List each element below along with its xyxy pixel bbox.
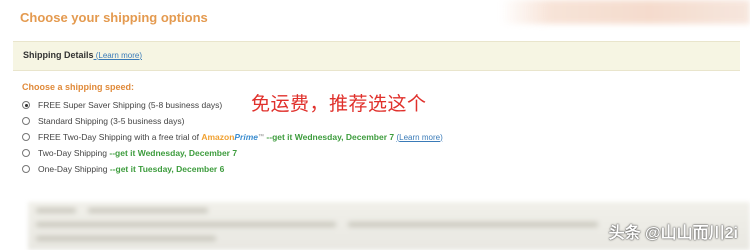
delivery-estimate: get it Wednesday, December 7 (115, 148, 238, 158)
blurred-line (36, 236, 216, 241)
watermark: 头条 @山山而川2i (608, 225, 738, 242)
radio-button[interactable] (22, 133, 30, 141)
paren-close: ) (440, 132, 443, 142)
option-label: FREE Super Saver Shipping (5-8 business … (38, 100, 223, 110)
red-annotation-text: 免运费，推荐选这个 (251, 94, 427, 115)
blurred-line (88, 208, 208, 213)
radio-button-selected[interactable] (22, 101, 30, 109)
shipping-details-bar: Shipping Details (Learn more) (13, 41, 740, 71)
radio-button[interactable] (22, 117, 30, 125)
page-title: Choose your shipping options (20, 10, 208, 25)
trademark-mark: ™ (258, 134, 265, 140)
prime-learn-more-link[interactable]: Learn more (399, 133, 440, 142)
blurred-line (36, 208, 76, 213)
radio-button[interactable] (22, 149, 30, 157)
option-label: FREE Two-Day Shipping with a free trial … (38, 132, 199, 142)
prime-logo-text: Prime (234, 132, 259, 142)
delivery-estimate: get it Tuesday, December 6 (115, 164, 225, 174)
blurred-header-region (500, 0, 750, 24)
shipping-speed-heading: Choose a shipping speed: (22, 82, 135, 92)
paren-close: ) (139, 51, 142, 60)
shipping-details-label: Shipping Details (23, 50, 94, 60)
radio-button[interactable] (22, 165, 30, 173)
shipping-option-one-day[interactable]: One-Day Shipping -- get it Tuesday, Decem… (22, 161, 443, 177)
shipping-details-heading: Shipping Details (Learn more) (23, 50, 142, 60)
blurred-line (348, 222, 598, 227)
shipping-option-two-day[interactable]: Two-Day Shipping -- get it Wednesday, Dec… (22, 145, 443, 161)
option-label: Standard Shipping (3-5 business days) (38, 116, 185, 126)
shipping-details-learn-more-link[interactable]: Learn more (98, 51, 139, 60)
option-label: Two-Day Shipping (38, 148, 107, 158)
option-label: One-Day Shipping (38, 164, 108, 174)
amazon-logo-text: Amazon (201, 132, 235, 142)
delivery-estimate: get it Wednesday, December 7 (272, 132, 395, 142)
shipping-option-two-day-prime-trial[interactable]: FREE Two-Day Shipping with a free trial … (22, 129, 443, 145)
blurred-line (36, 222, 336, 227)
